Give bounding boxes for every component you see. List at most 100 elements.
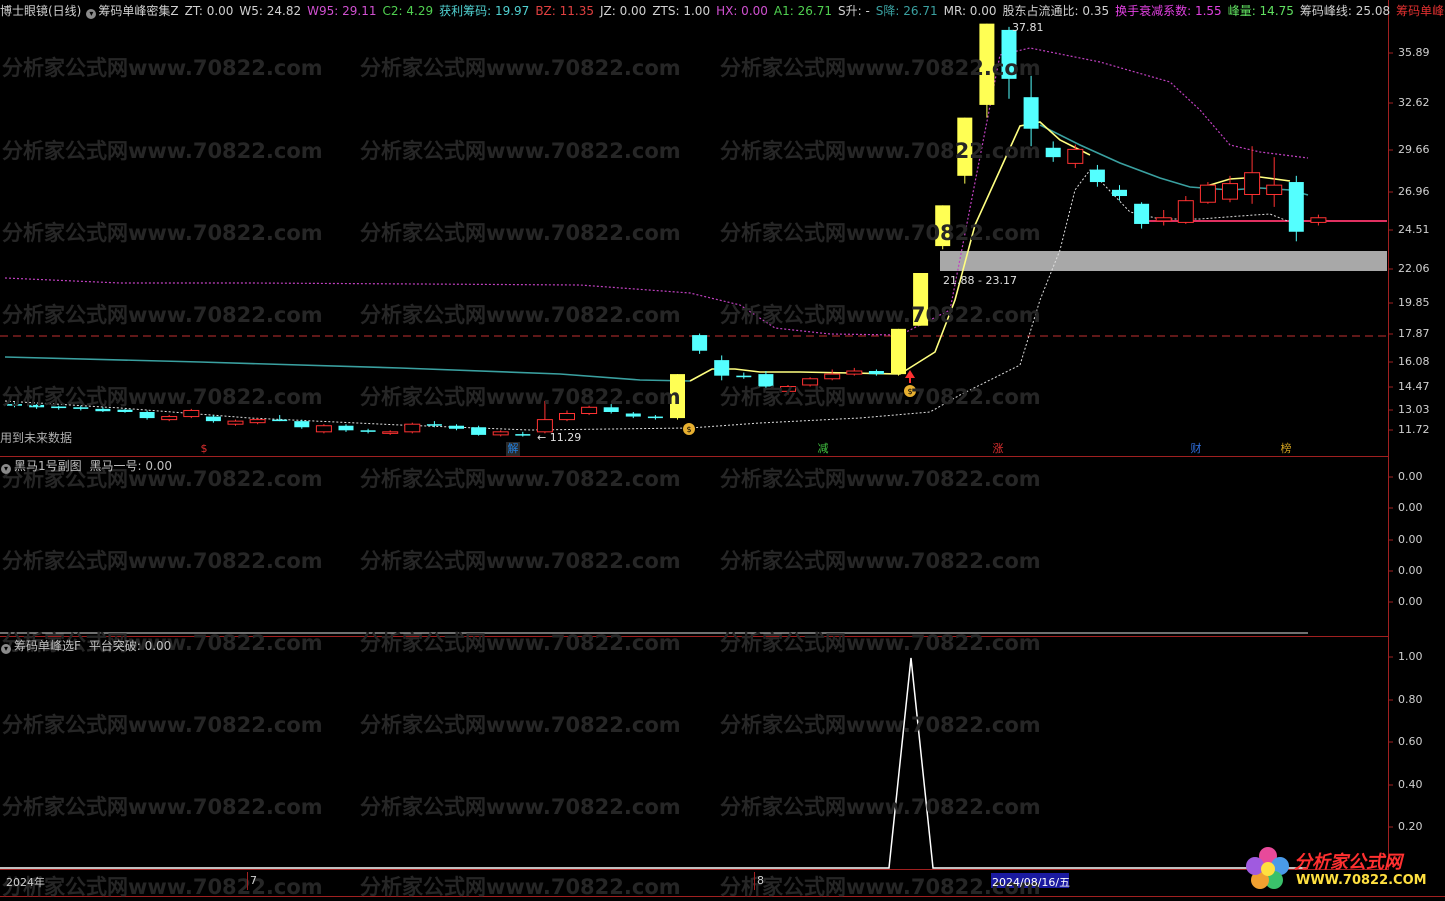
y-axis-tick: 0.40 — [1398, 778, 1423, 791]
candle[interactable] — [1266, 157, 1283, 207]
support-band — [940, 251, 1387, 271]
sub-panel-2-header: ▾ 筹码单峰选F 平台突破: 0.00 — [0, 638, 171, 654]
indicator-value: 换手衰减系数: 1.55 — [1115, 4, 1222, 18]
collapse-icon[interactable]: ▾ — [1, 464, 11, 474]
indicator-value: MR: 0.00 — [943, 4, 997, 18]
candle[interactable] — [1134, 202, 1150, 229]
candle[interactable] — [1045, 141, 1061, 162]
indicator-value: 获利筹码: 19.97 — [439, 4, 530, 18]
collapse-icon[interactable]: ▾ — [86, 9, 97, 19]
sub-panel-1-header: ▾ 黑马1号副图 黑马一号: 0.00 — [0, 458, 172, 474]
x-axis-label-august: 8 — [757, 874, 764, 887]
candle[interactable] — [249, 418, 266, 425]
y-axis-tick: 14.47 — [1398, 380, 1430, 393]
candle[interactable] — [360, 428, 376, 434]
indicator-value: 筹码单峰密◇ — [1396, 4, 1445, 18]
indicator-value: 筹码峰线: 25.08 — [1299, 4, 1391, 18]
candle[interactable] — [559, 410, 575, 422]
low-price-label: ← 11.29 — [537, 431, 582, 444]
moneybag-icon: $ — [683, 423, 695, 435]
candle[interactable] — [1067, 144, 1084, 169]
candle[interactable] — [647, 415, 663, 420]
candle[interactable] — [1112, 185, 1127, 201]
indicator-value: A1: 26.71 — [773, 4, 832, 18]
sub-panel-1-title: 黑马1号副图 — [14, 459, 82, 473]
candle[interactable] — [714, 355, 730, 381]
collapse-icon[interactable]: ▾ — [1, 644, 11, 654]
indicator-value: BZ: 11.35 — [535, 4, 594, 18]
candle[interactable] — [449, 424, 464, 431]
candle[interactable] — [471, 425, 487, 436]
indicator-value: W95: 29.11 — [307, 4, 377, 18]
y-axis-tick: 32.62 — [1398, 96, 1430, 109]
main-indicator-header: 博士眼镜(日线) ▾ 筹码单峰密集Z ZT: 0.00 W5: 24.82 W95: 29… — [0, 3, 1445, 19]
y-axis-tick: 0.00 — [1398, 595, 1423, 608]
candle[interactable] — [382, 430, 399, 435]
indicator-value: S升: - — [837, 4, 870, 18]
y-axis-tick: 1.00 — [1398, 650, 1423, 663]
candle[interactable] — [1177, 196, 1194, 224]
y-axis-tick: 13.03 — [1398, 403, 1430, 416]
y-axis-tick: 26.96 — [1398, 185, 1430, 198]
candle[interactable] — [891, 328, 906, 376]
sub-panel-2-title: 筹码单峰选F — [14, 639, 81, 653]
y-axis-tick: 0.00 — [1398, 564, 1423, 577]
band-range-label: 21.88 - 23.17 — [943, 274, 1017, 287]
flower-logo-icon — [1246, 847, 1289, 889]
candle[interactable] — [846, 367, 863, 376]
indicator-value: 筹码单峰密集Z — [98, 4, 179, 18]
indicator-value: 博士眼镜(日线) — [0, 4, 82, 18]
event-mark-reduce[interactable]: 减 — [816, 442, 830, 456]
candle[interactable] — [139, 410, 155, 420]
logo-url: WWW.70822.COM — [1296, 873, 1427, 888]
x-axis-label-july: 7 — [250, 874, 257, 887]
event-mark-unlock[interactable]: 解 — [506, 442, 520, 456]
y-axis-tick: 35.89 — [1398, 46, 1430, 59]
y-axis-tick: 19.85 — [1398, 296, 1430, 309]
candle[interactable] — [868, 369, 884, 376]
indicator-value: HX: 0.00 — [716, 4, 768, 18]
candle[interactable] — [161, 415, 178, 422]
y-axis-tick: 0.00 — [1398, 501, 1423, 514]
candle[interactable] — [1155, 209, 1172, 226]
indicator-value: 峰量: 14.75 — [1227, 4, 1294, 18]
indicator-value: ZT: 0.00 — [184, 4, 234, 18]
candle[interactable] — [338, 424, 354, 432]
event-mark-dollar[interactable]: $ — [197, 442, 211, 456]
logo-title: 分析家公式网 — [1294, 852, 1402, 873]
candle[interactable] — [227, 419, 244, 426]
candle[interactable] — [272, 415, 288, 422]
candle[interactable] — [492, 430, 509, 437]
indicator-value: 股东占流通比: 0.35 — [1002, 4, 1110, 18]
candle[interactable] — [404, 422, 421, 434]
candle[interactable] — [824, 369, 841, 381]
x-axis-label-year: 2024年 — [6, 876, 45, 889]
candle[interactable] — [1310, 214, 1327, 226]
candle[interactable] — [1244, 146, 1261, 204]
sub-panel-1-value: 黑马一号: 0.00 — [89, 459, 173, 473]
candle[interactable] — [1288, 175, 1304, 242]
candle[interactable] — [736, 372, 752, 379]
event-mark-rise[interactable]: 涨 — [991, 442, 1005, 456]
candle[interactable] — [294, 419, 310, 429]
y-axis-tick: 24.51 — [1398, 223, 1430, 236]
x-axis-current-date[interactable]: 2024/08/16/五 — [992, 874, 1070, 890]
indicator-value: ZTS: 1.00 — [652, 4, 711, 18]
candle[interactable] — [692, 333, 708, 354]
y-axis-tick: 0.60 — [1398, 735, 1423, 748]
y-axis-tick: 0.00 — [1398, 470, 1423, 483]
event-mark-finance[interactable]: 财 — [1189, 442, 1203, 456]
candle[interactable] — [1089, 164, 1105, 187]
indicator-value: JZ: 0.00 — [599, 4, 647, 18]
y-axis-tick: 11.72 — [1398, 423, 1430, 436]
candle[interactable] — [625, 411, 641, 419]
event-mark-list[interactable]: 榜 — [1279, 442, 1293, 456]
candle[interactable] — [515, 431, 531, 437]
sub-panel-2-value: 平台突破: 0.00 — [88, 639, 172, 653]
candle[interactable] — [315, 424, 332, 434]
y-axis-tick: 16.08 — [1398, 355, 1430, 368]
y-axis-tick: 17.87 — [1398, 327, 1430, 340]
y-axis-tick: 29.66 — [1398, 143, 1430, 156]
candle[interactable] — [205, 415, 221, 423]
candle[interactable] — [1199, 182, 1216, 204]
